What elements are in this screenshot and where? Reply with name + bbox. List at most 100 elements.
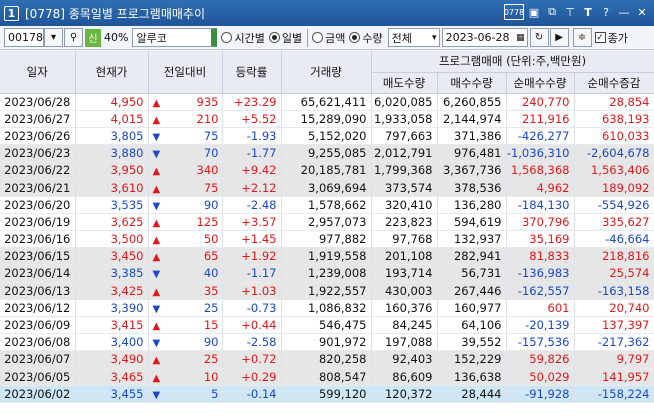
cell-change: ▲ 65: [148, 247, 223, 266]
table-row[interactable]: 2023/06/12 3,390 ▼ 25 -0.73 1,086,832 160,376 1…: [0, 299, 654, 317]
cell-date: 2023/06/20: [0, 196, 76, 214]
table-row[interactable]: 2023/06/21 3,610 ▲ 75 +2.12 3,069,694 373,574 3…: [0, 178, 654, 197]
next-icon[interactable]: ▶: [549, 28, 569, 47]
table-row[interactable]: 2023/06/14 3,385 ▼ 40 -1.17 1,239,008 193,714 5…: [0, 264, 654, 283]
cell-buy: 267,446: [437, 282, 507, 300]
table-row[interactable]: 2023/06/26 3,805 ▼ 75 -1.93 5,152,020 797,663 3…: [0, 127, 654, 146]
window-number-badge[interactable]: 1: [4, 5, 19, 21]
cell-net: 1,568,368: [506, 161, 575, 180]
cell-net: 211,916: [506, 110, 575, 128]
close-icon[interactable]: ✕: [634, 4, 650, 20]
table-row[interactable]: 2023/06/28 4,950 ▲ 935 +23.29 65,621,411 6,020…: [0, 93, 654, 111]
pin-icon[interactable]: ⊤: [562, 4, 578, 20]
table-row[interactable]: 2023/06/15 3,450 ▲ 65 +1.92 1,919,558 201,108 2…: [0, 247, 654, 266]
table-row[interactable]: 2023/06/22 3,950 ▲ 340 +9.42 20,185,781 1,799,…: [0, 161, 654, 180]
header-date[interactable]: 일자: [0, 51, 76, 94]
header-net-change[interactable]: 순매수증감: [574, 72, 654, 94]
cell-net: 370,796: [506, 213, 575, 232]
cell-buy: 3,367,736: [437, 161, 507, 180]
table-row[interactable]: 2023/06/20 3,535 ▼ 90 -2.48 1,578,662 320,410 1…: [0, 196, 654, 214]
table-row[interactable]: 2023/06/13 3,425 ▲ 35 +1.03 1,922,557 430,003 2…: [0, 282, 654, 300]
cell-date: 2023/06/12: [0, 299, 76, 317]
arrow-down-icon: ▼: [152, 389, 161, 401]
table-row[interactable]: 2023/06/23 3,880 ▼ 70 -1.77 9,255,085 2,012,79…: [0, 144, 654, 163]
cell-date: 2023/06/07: [0, 350, 76, 369]
title-bar-icons: 0778 ▣ ⧉ ⊤ T ? — ✕: [504, 4, 650, 20]
table-row[interactable]: 2023/06/16 3,500 ▲ 50 +1.45 977,882 97,768 132,…: [0, 230, 654, 249]
cell-change: ▼ 40: [148, 264, 223, 283]
cell-price: 3,610: [75, 178, 149, 197]
cell-rate: +1.92: [222, 247, 282, 266]
table-row[interactable]: 2023/06/09 3,415 ▲ 15 +0.44 546,475 84,245 64,1…: [0, 316, 654, 335]
radio-hourly[interactable]: 시간별: [221, 30, 265, 46]
market-select[interactable]: 전체 ▾: [387, 28, 440, 47]
stock-dropdown-button[interactable]: ▾: [44, 28, 63, 47]
cell-volume: 546,475: [281, 316, 372, 335]
calendar-icon[interactable]: ▦: [516, 33, 525, 43]
change-value: 10: [203, 369, 219, 384]
text-icon[interactable]: T: [580, 4, 596, 20]
cell-price: 3,625: [75, 213, 149, 232]
window-icon[interactable]: ▣: [526, 4, 542, 20]
header-sell[interactable]: 매도수량: [371, 72, 438, 94]
radio-amount[interactable]: 금액: [312, 30, 345, 46]
cell-price: 3,880: [75, 144, 149, 163]
cell-buy: 56,731: [437, 264, 507, 283]
radio-hourly-dot[interactable]: [221, 32, 233, 43]
radio-daily-dot[interactable]: [268, 32, 280, 43]
header-net[interactable]: 순매수수량: [506, 72, 575, 94]
checkbox-icon[interactable]: ✓: [594, 32, 606, 43]
header-volume[interactable]: 거래량: [281, 51, 372, 94]
search-icon[interactable]: ⚲: [64, 28, 83, 47]
cell-rate: -0.14: [222, 385, 282, 403]
cell-net-change: 28,854: [574, 93, 654, 111]
arrow-up-icon: ▲: [152, 217, 161, 229]
copy-icon[interactable]: ⧉: [544, 4, 560, 20]
table-row[interactable]: 2023/06/07 3,490 ▲ 25 +0.72 820,258 92,403 152,…: [0, 350, 654, 369]
screen-code-button[interactable]: 0778: [504, 4, 524, 20]
cell-rate: +9.42: [222, 161, 282, 180]
table-row[interactable]: 2023/06/02 3,455 ▼ 5 -0.14 599,120 120,372 28,4…: [0, 385, 654, 403]
cell-rate: -0.73: [222, 299, 282, 317]
cell-rate: -1.17: [222, 264, 282, 283]
cell-net: 35,169: [506, 230, 575, 249]
date-input[interactable]: 2023-06-28 ▦: [441, 28, 528, 47]
radio-daily[interactable]: 일별: [268, 30, 302, 46]
radio-quantity[interactable]: 수량: [349, 30, 383, 46]
header-change[interactable]: 전일대비: [148, 51, 223, 94]
header-price[interactable]: 현재가: [75, 51, 149, 94]
chart-icon[interactable]: ≑: [572, 28, 592, 47]
change-value: 75: [203, 180, 219, 195]
header-program-group: 프로그램매매 (단위:주,백만원): [371, 51, 654, 73]
close-price-checkbox[interactable]: ✓ 종가: [594, 30, 628, 46]
cell-date: 2023/06/08: [0, 333, 76, 352]
cell-date: 2023/06/26: [0, 127, 76, 146]
cell-net: -91,928: [506, 385, 575, 403]
cell-volume: 808,547: [281, 368, 372, 386]
cell-sell: 92,403: [371, 350, 438, 369]
header-rate[interactable]: 등락률: [222, 51, 282, 94]
change-value: 90: [203, 335, 219, 350]
help-icon[interactable]: ?: [598, 4, 614, 20]
minimize-icon[interactable]: —: [616, 4, 632, 20]
table-row[interactable]: 2023/06/08 3,400 ▼ 90 -2.58 901,972 197,088 39,…: [0, 333, 654, 352]
refresh-icon[interactable]: ↻: [529, 28, 549, 47]
stock-code-input[interactable]: 001780: [4, 28, 50, 47]
program-trading-table[interactable]: 일자 현재가 전일대비 등락률 거래량 프로그램매매 (단위:주,백만원) 매도…: [0, 51, 654, 403]
stock-name-field[interactable]: 알루코: [132, 28, 218, 47]
header-buy[interactable]: 매수수량: [437, 72, 507, 94]
cell-price: 3,450: [75, 247, 149, 266]
change-value: 35: [203, 283, 219, 298]
radio-amount-dot[interactable]: [312, 32, 324, 43]
cell-sell: 223,823: [371, 213, 438, 232]
cell-volume: 977,882: [281, 230, 372, 249]
table-row[interactable]: 2023/06/27 4,015 ▲ 210 +5.52 15,289,090 1,933,…: [0, 110, 654, 128]
table-row[interactable]: 2023/06/19 3,625 ▲ 125 +3.57 2,957,073 223,823…: [0, 213, 654, 232]
cell-rate: +1.45: [222, 230, 282, 249]
table-row[interactable]: 2023/06/05 3,465 ▲ 10 +0.29 808,547 86,609 136,…: [0, 368, 654, 386]
radio-quantity-dot[interactable]: [349, 32, 361, 43]
cell-volume: 599,120: [281, 385, 372, 403]
cell-date: 2023/06/16: [0, 230, 76, 249]
cell-buy: 39,552: [437, 333, 507, 352]
sin-badge: 신: [85, 28, 101, 47]
